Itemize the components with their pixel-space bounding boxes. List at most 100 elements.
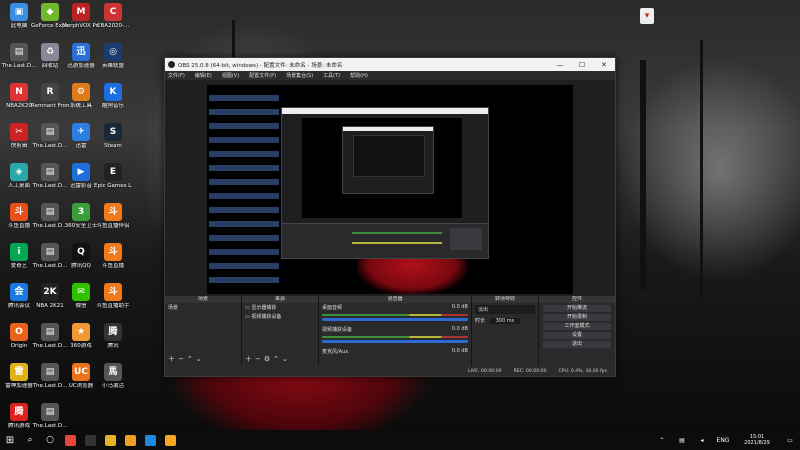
settings-button[interactable]: 设置 [543, 332, 611, 339]
app-icon: 斗 [104, 203, 122, 221]
preview-mirror-desktop-icons [209, 87, 279, 287]
controls-dock: 控件 开始推流 开始录制 工作室模式 设置 退出 [539, 296, 615, 366]
app-icon: ▤ [41, 363, 59, 381]
mixer-dock: 混音器 桌面音频 0.0 dB 视频捕获设备 0.0 dB 麦克风/Aux 0.0 d… [319, 296, 471, 366]
menu-help[interactable]: 帮助(H) [350, 72, 368, 79]
menu-tools[interactable]: 工具(T) [323, 72, 340, 79]
scene-item[interactable]: 场景 [165, 303, 241, 312]
menu-file[interactable]: 文件(F) [168, 72, 185, 79]
volume-slider[interactable] [322, 340, 468, 343]
wallpaper-pole [640, 60, 646, 290]
obs-preview-canvas[interactable] [207, 85, 573, 294]
chevron-up-icon: ⌃ [659, 436, 665, 444]
volume-slider[interactable] [322, 318, 468, 321]
desktop-icon[interactable]: 腾腾讯 [94, 322, 132, 364]
tray-volume[interactable]: ◂ [692, 430, 712, 450]
rec-timer: REC: 00:00:00 [513, 368, 547, 374]
sources-dock-header: 来源 [242, 296, 318, 303]
tray-language[interactable]: ENG [712, 430, 734, 450]
desktop-icon[interactable]: ▤ The.Last.D... [31, 402, 69, 430]
minimize-button[interactable]: — [549, 61, 571, 69]
taskbar-app-app-orange[interactable] [120, 430, 140, 450]
desktop-icon[interactable]: 馬小马激活 [94, 362, 132, 404]
mixer-channel: 桌面音频 0.0 dB [319, 303, 471, 325]
desktop-icon-label: The.Last.D... [32, 423, 68, 429]
desktop-icon[interactable]: S Steam [94, 122, 132, 164]
app-icon: ✉ [72, 283, 90, 301]
tray-network[interactable]: ▤ [672, 430, 692, 450]
app-icon: i [10, 243, 28, 261]
taskbar: ⊞ ⌕ ○ ⌃ ▤ ◂ ENG 15:01 2021/8/29 ▭ [0, 430, 800, 450]
maximize-button[interactable]: ☐ [571, 61, 593, 69]
sources-controls[interactable]: ＋−⚙⌃⌄ [245, 354, 291, 364]
taskbar-app-app-yellow[interactable] [160, 430, 180, 450]
network-icon: ▤ [679, 436, 685, 444]
obs-logo-icon [168, 61, 175, 68]
close-button[interactable]: ✕ [593, 61, 615, 69]
app-blue-icon [144, 434, 156, 446]
menu-view[interactable]: 视图(V) [222, 72, 239, 79]
app-icon: ◈ [10, 163, 28, 181]
notification-icon: ▭ [787, 436, 793, 444]
cpu-fps: CPU: 0.4%, 30.00 fps [558, 368, 607, 374]
desktop-icon[interactable]: 斗斗鱼直播 [94, 242, 132, 284]
exit-button[interactable]: 退出 [543, 341, 611, 348]
obs-dock-row: 场景 场景 ＋−⌃⌄ 来源 ▭ 显示器捕获 ▭ 视频捕获设备 ＋−⚙⌃⌄ 混音器… [165, 296, 615, 366]
app-icon: R [41, 83, 59, 101]
desktop-icon[interactable]: 斗斗鱼直播伴侣 [94, 202, 132, 244]
app-icon: K [104, 83, 122, 101]
app-icon: ◎ [104, 43, 122, 61]
search-button[interactable]: ⌕ [20, 430, 40, 450]
desktop-icon[interactable]: 斗斗鱼直播助手 [94, 282, 132, 324]
desktop-icon[interactable]: ◎ 英雄联盟 [94, 42, 132, 84]
taskbar-app-chrome[interactable] [60, 430, 80, 450]
desktop-icon-label: 斗鱼直播助手 [96, 303, 130, 309]
app-icon: 腾 [104, 323, 122, 341]
source-item[interactable]: ▭ 显示器捕获 [242, 303, 318, 312]
app-icon: ⚙ [72, 83, 90, 101]
tray-clock[interactable]: 15:01 2021/8/29 [734, 434, 780, 446]
desktop-icon-label: 斗鱼直播 [101, 263, 124, 269]
desktop-icon[interactable]: C CBA2020-... [94, 2, 132, 44]
scenes-add-remove-controls[interactable]: ＋−⌃⌄ [168, 354, 205, 364]
obs-titlebar[interactable]: OBS 25.0.8 (64-bit, windows) - 配置文件: 未命名… [165, 58, 615, 71]
menu-scene-collection[interactable]: 场景集合(S) [286, 72, 313, 79]
start-button[interactable]: ⊞ [0, 430, 20, 450]
mixer-channel: 视频捕获设备 0.0 dB [319, 325, 471, 347]
app-icon: E [104, 163, 122, 181]
menu-edit[interactable]: 编辑(E) [195, 72, 212, 79]
app-icon: ▤ [41, 203, 59, 221]
live-timer: LIVE: 00:00:00 [467, 368, 502, 374]
audio-level-meter [322, 314, 468, 316]
taskbar-app-file-explorer[interactable] [100, 430, 120, 450]
tray-chevron[interactable]: ⌃ [652, 430, 672, 450]
start-recording-button[interactable]: 开始录制 [543, 314, 611, 321]
transition-duration-input[interactable]: 300 ms [489, 318, 521, 324]
desktop-icon-label: 酷狗音乐 [101, 103, 124, 109]
app-icon: S [104, 123, 122, 141]
app-icon: M [72, 3, 90, 21]
obs-window-title: OBS 25.0.8 (64-bit, windows) - 配置文件: 未命名… [178, 62, 343, 69]
clock-date: 2021/8/29 [744, 440, 770, 446]
obs-window[interactable]: OBS 25.0.8 (64-bit, windows) - 配置文件: 未命名… [164, 57, 616, 377]
mixer-dock-header: 混音器 [319, 296, 471, 303]
desktop-icon[interactable]: E Epic Games Launcher [94, 162, 132, 204]
topright-desktop-icon[interactable]: ▾ [640, 8, 654, 24]
start-streaming-button[interactable]: 开始推流 [543, 305, 611, 312]
menu-profile[interactable]: 配置文件(P) [249, 72, 276, 79]
app-yellow-icon [164, 434, 176, 446]
taskbar-apps [60, 430, 180, 450]
source-item[interactable]: ▭ 视频捕获设备 [242, 312, 318, 321]
notification-button[interactable]: ▭ [780, 430, 800, 450]
task-view-button[interactable]: ○ [40, 430, 60, 450]
desktop-icon-label: CBA2020-... [96, 23, 130, 29]
desktop-icon[interactable]: K 酷狗音乐 [94, 82, 132, 124]
studio-mode-button[interactable]: 工作室模式 [543, 323, 611, 330]
transition-type-select[interactable]: 淡出 [475, 305, 535, 314]
taskbar-app-app-blue[interactable] [140, 430, 160, 450]
app-icon: ▣ [10, 3, 28, 21]
desktop-icon-label: 小马激活 [101, 383, 124, 389]
taskbar-app-obs[interactable] [80, 430, 100, 450]
app-icon: ▶ [72, 163, 90, 181]
scenes-dock: 场景 场景 ＋−⌃⌄ [165, 296, 241, 366]
